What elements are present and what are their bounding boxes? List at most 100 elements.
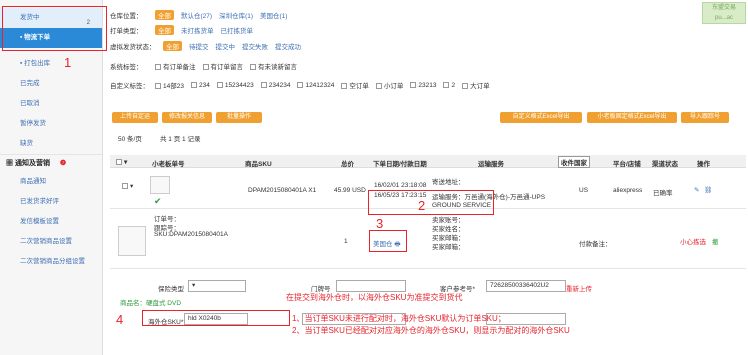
buyer-email-2: 买家邮箱： (432, 244, 465, 251)
filter-print-type: 打单类型： 全部 未打拣货单 已打拣货单 (110, 24, 253, 36)
column-header: 渠道状态 (652, 161, 678, 168)
door-number-input[interactable] (336, 280, 406, 292)
column-header: 小老板单号 (152, 161, 185, 168)
annotation-2: 2 (418, 198, 426, 213)
row-checkbox[interactable]: ▾ (122, 182, 133, 190)
checkbox-tag[interactable]: 234234 (260, 82, 290, 89)
sidebar-item-remarketing-group[interactable]: 二次营销商品分组设置 (0, 252, 102, 272)
import-tracking-button[interactable]: 导入跟踪号 (681, 112, 729, 123)
note-main: 在提交到海外仓时，以海外仓SKU为准提交到货代 (286, 293, 463, 302)
highlight-box-2 (368, 190, 494, 215)
checkbox-tag[interactable]: 大订单 (462, 80, 490, 90)
filter-option[interactable]: 全部 (155, 25, 174, 35)
pick-link[interactable]: 小心拣选 (680, 236, 706, 246)
column-header: 总价 (341, 161, 354, 168)
filter-custom-tag: 自定义标签： 14部23 234 15234423 234234 1241232… (110, 79, 490, 91)
checkbox-tag[interactable]: 小订单 (375, 80, 403, 90)
insurance-label: 保险类型 (158, 286, 184, 293)
note-2: 2、当订单SKU已经配对对应海外仓的海外仓SKU，则显示为配对的海外仓SKU (292, 326, 570, 335)
table-header: ▾ 小老板单号 商品SKU 总价 下单日期/付款日期 运输服务 收件国家 平台/… (110, 155, 746, 168)
row-sku: DPAM2015080401A X1 (248, 187, 317, 194)
sidebar-item-label: 打包出库 (24, 60, 51, 67)
filter-option[interactable]: 未打拣货单 (181, 25, 214, 35)
filter-option[interactable]: 深圳仓库(1) (219, 10, 253, 20)
sidebar-item-review[interactable]: 已发货求好评 (0, 192, 102, 212)
filter-option[interactable]: 美国仓(1) (260, 10, 287, 20)
highlight-box-3 (369, 230, 407, 252)
checkbox-tag[interactable]: 23213 (410, 82, 436, 89)
calendar-icon: ▦ (6, 160, 13, 167)
sidebar-item-template[interactable]: 发信模板设置 (0, 212, 102, 232)
product-thumbnail (150, 176, 170, 194)
filter-warehouse: 仓库位置： 全部 默认仓(27) 深圳仓库(1) 美国仓(1) (110, 9, 287, 21)
filter-label: 系统标签： (110, 64, 143, 71)
filter-option[interactable]: 提交成功 (275, 41, 301, 51)
withdraw-link[interactable]: 撤 (712, 236, 719, 246)
custom-excel-export-button[interactable]: 自定义格式Excel导出 (500, 112, 582, 123)
reupload-link[interactable]: 重新上传 (566, 283, 592, 293)
highlight-box-4 (142, 310, 290, 326)
detail-sku: SKU:DPAM2015080401A (154, 231, 228, 238)
sidebar-item-remarketing[interactable]: 二次营销商品设置 (0, 232, 102, 252)
checkbox-tag[interactable]: 234 (190, 82, 210, 89)
filter-option[interactable]: 提交中 (216, 41, 236, 51)
logo-line: pu...ac (714, 15, 733, 21)
row-country: US (579, 187, 589, 194)
link-icon[interactable]: ⛓ (704, 186, 712, 194)
help-icon: ❷ (59, 160, 67, 167)
sidebar-item-cancelled[interactable]: 已取消 (0, 94, 102, 114)
filter-label: 仓库位置： (110, 13, 143, 20)
annotation-3: 3 (376, 216, 384, 231)
sidebar-item-out-of-stock[interactable]: 缺货 (0, 134, 102, 154)
checkbox-tag[interactable]: 12412324 (297, 82, 334, 89)
sidebar-section-marketing[interactable]: ▦ 通知及营销 ❷ (0, 154, 102, 172)
upload-button[interactable]: 上传自定运 (112, 112, 158, 123)
select-all-checkbox[interactable]: ▾ (116, 158, 127, 166)
row-address-label: 寄送地址： (432, 179, 465, 186)
column-header: 平台/店铺 (613, 161, 641, 168)
page-size-select[interactable]: 50 条/页 (118, 133, 142, 143)
pay-remark: 付款备注： (579, 241, 612, 248)
annotation-1: 1 (64, 55, 72, 70)
sidebar-item-paused[interactable]: 暂停发货 (0, 114, 102, 134)
filter-virtual-status: 虚拟发货状态： 全部 待提交 提交中 提交失败 提交成功 (110, 40, 301, 52)
column-header: 运输服务 (478, 161, 504, 168)
row-price: 45.99 USD (334, 187, 366, 194)
sidebar-item-done[interactable]: 已完成 (0, 74, 102, 94)
fixed-excel-export-button[interactable]: 小老板固定格式Excel导出 (587, 112, 677, 123)
filter-option[interactable]: 待提交 (189, 41, 209, 51)
insurance-select[interactable]: ▾ (188, 280, 246, 292)
filter-option[interactable]: 默认仓(27) (181, 10, 212, 20)
watermark-logo: 东盟交易 pu...ac (702, 2, 746, 24)
column-header: 操作 (697, 161, 710, 168)
checkbox-tag[interactable]: 2 (443, 82, 455, 89)
filter-system-tag: 系统标签： 有订单备注 有订单留言 有未读新留言 (110, 60, 297, 72)
row-platform: aliexpress (613, 187, 643, 194)
row-status: 已确率 (653, 190, 673, 197)
edit-icon[interactable]: ✎ (694, 186, 699, 194)
sidebar-item-product-notice[interactable]: 商品通知 (0, 172, 102, 192)
checkbox-message[interactable]: 有订单留言 (202, 61, 243, 71)
sidebar: 发货中 2 ▪ 物流下单 ▪ 打包出库 已完成 已取消 暂停发货 缺货 ▦ 通知… (0, 0, 103, 355)
checkbox-remark[interactable]: 有订单备注 (155, 61, 196, 71)
checkbox-unread[interactable]: 有未读新留言 (250, 61, 297, 71)
filter-option[interactable]: 已打拣货单 (221, 25, 254, 35)
checkbox-tag[interactable]: 15234423 (216, 82, 254, 89)
page-summary: 共 1 页 1 记录 (160, 136, 201, 143)
filter-option[interactable]: 提交失败 (242, 41, 268, 51)
detail-qty: 1 (344, 238, 348, 245)
product-image (118, 226, 146, 256)
country-select[interactable]: 收件国家 (558, 156, 590, 168)
filter-option[interactable]: 全部 (155, 10, 174, 20)
note-1: 1、当订单SKU未进行配对时，海外仓SKU默认为订单SKU； (292, 314, 506, 323)
checkbox-tag[interactable]: 14部23 (155, 80, 184, 90)
batch-action-button[interactable]: 批量操作 (216, 112, 262, 123)
filter-option[interactable]: 全部 (163, 41, 182, 51)
checkbox-tag[interactable]: 空订单 (341, 80, 369, 90)
filter-label: 虚拟发货状态： (110, 44, 156, 51)
logo-line: 东盟交易 (711, 5, 736, 11)
edit-customs-button[interactable]: 修改报关信息 (162, 112, 212, 123)
check-icon: ✔ (154, 196, 162, 206)
sidebar-item-pack[interactable]: ▪ 打包出库 (0, 54, 102, 74)
customer-ref-input[interactable]: 72628500336402U2 (486, 280, 566, 292)
